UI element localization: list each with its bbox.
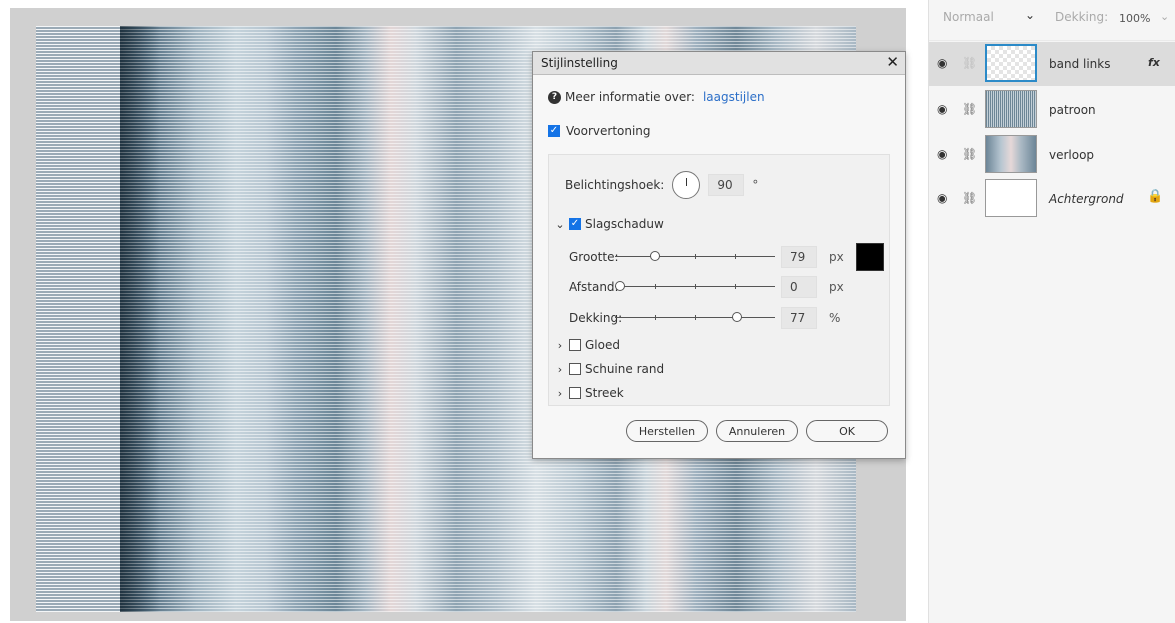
opacity-row: Dekking: 77 % <box>569 307 889 329</box>
distance-label: Afstand: <box>569 280 619 294</box>
ok-button[interactable]: OK <box>806 420 888 442</box>
opacity-label: Dekking: <box>569 311 623 325</box>
distance-input[interactable]: 0 <box>781 276 817 298</box>
chevron-right-icon[interactable]: › <box>555 363 565 376</box>
help-icon: ? <box>548 90 561 104</box>
link-icon[interactable]: ⛓ <box>962 147 977 161</box>
chevron-down-icon[interactable]: ⌄ <box>1160 10 1169 23</box>
size-slider-knob[interactable] <box>650 251 660 261</box>
help-row: ? Meer informatie over: laagstijlen <box>548 90 765 104</box>
drop-shadow-label: Slagschaduw <box>585 217 664 231</box>
cancel-button[interactable]: Annuleren <box>716 420 798 442</box>
layer-name[interactable]: patroon <box>1049 103 1096 117</box>
dialog-title: Stijlinstelling <box>541 56 618 70</box>
blend-mode-select[interactable]: Normaal <box>943 10 994 24</box>
bevel-section[interactable]: › Schuine rand <box>555 362 664 376</box>
gradient-thumbnail <box>985 135 1037 173</box>
light-angle-input[interactable]: 90 <box>708 174 745 196</box>
layer-row[interactable]: ◉ ⛓ band links fx <box>929 42 1175 86</box>
opacity-input[interactable]: 77 <box>781 307 817 329</box>
opacity-unit: % <box>829 311 841 325</box>
bevel-label: Schuine rand <box>585 362 665 376</box>
chevron-right-icon[interactable]: › <box>555 387 565 400</box>
layer-row[interactable]: ◉ ⛓ verloop <box>929 133 1175 177</box>
opacity-slider-knob[interactable] <box>732 312 742 322</box>
drop-shadow-checkbox[interactable]: ✓ <box>569 218 581 230</box>
effects-panel: Belichtingshoek: 90 ° ⌄ ✓ Slagschaduw Gr… <box>548 154 890 406</box>
link-icon[interactable]: ⛓ <box>962 102 977 116</box>
link-icon[interactable]: ⛓ <box>962 56 977 70</box>
size-input[interactable]: 79 <box>781 246 817 268</box>
distance-row: Afstand: 0 px <box>569 276 889 298</box>
angle-dial[interactable] <box>672 171 701 199</box>
preview-label: Voorvertoning <box>566 124 651 138</box>
chevron-right-icon[interactable]: › <box>555 339 565 352</box>
layer-name[interactable]: verloop <box>1049 148 1094 162</box>
drop-shadow-preview <box>120 26 160 612</box>
dialog-buttons: Herstellen Annuleren OK <box>626 420 888 442</box>
light-angle-row: Belichtingshoek: 90 ° <box>565 171 758 199</box>
chevron-down-icon[interactable]: ⌄ <box>1025 8 1035 22</box>
white-thumbnail <box>985 179 1037 217</box>
link-icon[interactable]: ⛓ <box>962 191 977 205</box>
distance-slider-knob[interactable] <box>615 281 625 291</box>
stripe-pattern-thumbnail <box>985 90 1037 128</box>
eye-icon[interactable]: ◉ <box>937 56 947 70</box>
stroke-label: Streek <box>585 386 624 400</box>
layer-row[interactable]: ◉ ⛓ Achtergrond 🔒 <box>929 177 1175 221</box>
lock-icon: 🔒 <box>1147 189 1164 204</box>
eye-icon[interactable]: ◉ <box>937 191 947 205</box>
drop-shadow-header[interactable]: ⌄ ✓ Slagschaduw <box>555 217 664 231</box>
distance-slider[interactable] <box>615 281 775 293</box>
layer-row[interactable]: ◉ ⛓ patroon <box>929 88 1175 132</box>
eye-icon[interactable]: ◉ <box>937 147 947 161</box>
document-workspace: Stijlinstelling ✕ ? Meer informatie over… <box>0 0 928 623</box>
shadow-color-swatch[interactable] <box>855 243 884 271</box>
degree-unit: ° <box>752 178 759 192</box>
opacity-slider[interactable] <box>615 312 775 324</box>
size-label: Grootte: <box>569 250 619 264</box>
layers-panel: Normaal ⌄ Dekking: 100% ⌄ ◉ ⛓ band links… <box>928 0 1175 623</box>
layer-style-dialog: Stijlinstelling ✕ ? Meer informatie over… <box>532 51 906 459</box>
size-slider[interactable] <box>615 251 775 263</box>
bevel-checkbox[interactable] <box>569 363 581 375</box>
stroke-section[interactable]: › Streek <box>555 386 624 400</box>
layer-name[interactable]: band links <box>1049 57 1110 71</box>
help-text: Meer informatie over: <box>565 90 695 104</box>
reset-button[interactable]: Herstellen <box>626 420 708 442</box>
size-unit: px <box>829 250 844 264</box>
layer-opacity-label: Dekking: <box>1055 10 1109 24</box>
layer-opacity-value[interactable]: 100% <box>1119 12 1150 25</box>
glow-checkbox[interactable] <box>569 339 581 351</box>
preview-toggle[interactable]: ✓ Voorvertoning <box>548 124 651 138</box>
light-angle-label: Belichtingshoek: <box>565 178 665 192</box>
layer-styles-link[interactable]: laagstijlen <box>703 90 765 104</box>
layer-name[interactable]: Achtergrond <box>1049 192 1124 206</box>
glow-section[interactable]: › Gloed <box>555 338 620 352</box>
glow-label: Gloed <box>585 338 620 352</box>
distance-unit: px <box>829 280 844 294</box>
fx-icon[interactable]: fx <box>1148 56 1160 69</box>
left-band-stripes <box>36 26 120 612</box>
dialog-titlebar: Stijlinstelling ✕ <box>533 52 905 75</box>
close-icon[interactable]: ✕ <box>886 53 899 71</box>
chevron-down-icon[interactable]: ⌄ <box>555 218 565 231</box>
stroke-checkbox[interactable] <box>569 387 581 399</box>
transparent-thumbnail <box>985 44 1037 82</box>
preview-checkbox[interactable]: ✓ <box>548 125 560 137</box>
eye-icon[interactable]: ◉ <box>937 102 947 116</box>
size-row: Grootte: 79 px <box>569 243 889 271</box>
layers-panel-header: Normaal ⌄ Dekking: 100% ⌄ <box>929 0 1175 41</box>
